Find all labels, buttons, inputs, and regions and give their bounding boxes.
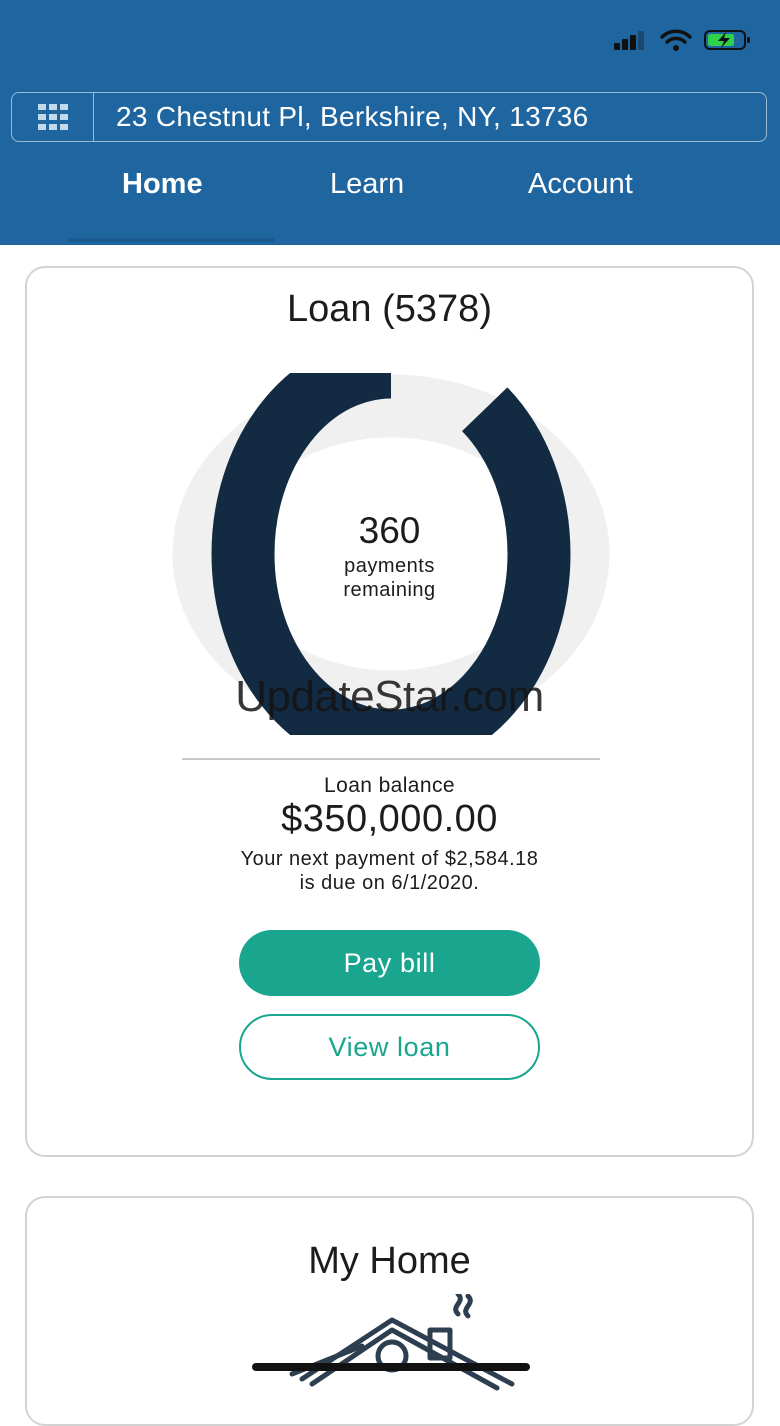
app-grid-button[interactable] — [12, 93, 94, 141]
grid-icon — [37, 104, 68, 130]
my-home-title: My Home — [308, 1240, 471, 1282]
home-indicator — [252, 1363, 530, 1371]
property-address: 23 Chestnut Pl, Berkshire, NY, 13736 — [116, 101, 589, 132]
payments-remaining-label: payments remaining — [27, 554, 752, 602]
next-payment-text: Your next payment of $2,584.18 — [240, 848, 539, 870]
tab-home[interactable]: Home — [122, 168, 203, 201]
divider — [182, 758, 600, 760]
cellular-signal-icon — [614, 31, 644, 50]
status-bar — [614, 26, 752, 54]
loan-balance-amount: $350,000.00 — [281, 798, 498, 840]
loan-title: Loan (5378) — [287, 288, 492, 330]
property-selector[interactable]: 23 Chestnut Pl, Berkshire, NY, 13736 — [11, 92, 767, 142]
battery-charging-icon — [704, 30, 750, 50]
house-icon — [289, 1294, 515, 1391]
wifi-icon — [660, 29, 692, 51]
main-tabs: Home Learn Account — [0, 168, 780, 224]
view-loan-button[interactable]: View loan — [239, 1014, 540, 1080]
payments-label-line1: payments — [344, 555, 435, 577]
app-header: 23 Chestnut Pl, Berkshire, NY, 13736 Hom… — [0, 0, 780, 245]
my-home-card: My Home — [25, 1196, 754, 1426]
next-payment-due-date: is due on 6/1/2020. — [299, 872, 480, 894]
pay-bill-button[interactable]: Pay bill — [239, 930, 540, 996]
watermark-text: UpdateStar.com — [235, 672, 544, 721]
active-tab-indicator — [68, 238, 274, 242]
payments-label-line2: remaining — [343, 579, 436, 601]
payments-remaining-count: 360 — [358, 510, 421, 551]
tab-learn[interactable]: Learn — [330, 168, 404, 201]
tab-account[interactable]: Account — [528, 168, 633, 201]
loan-balance-label: Loan balance — [324, 774, 455, 797]
loan-card: Loan (5378) 360 payments remaining Updat… — [25, 266, 754, 1157]
